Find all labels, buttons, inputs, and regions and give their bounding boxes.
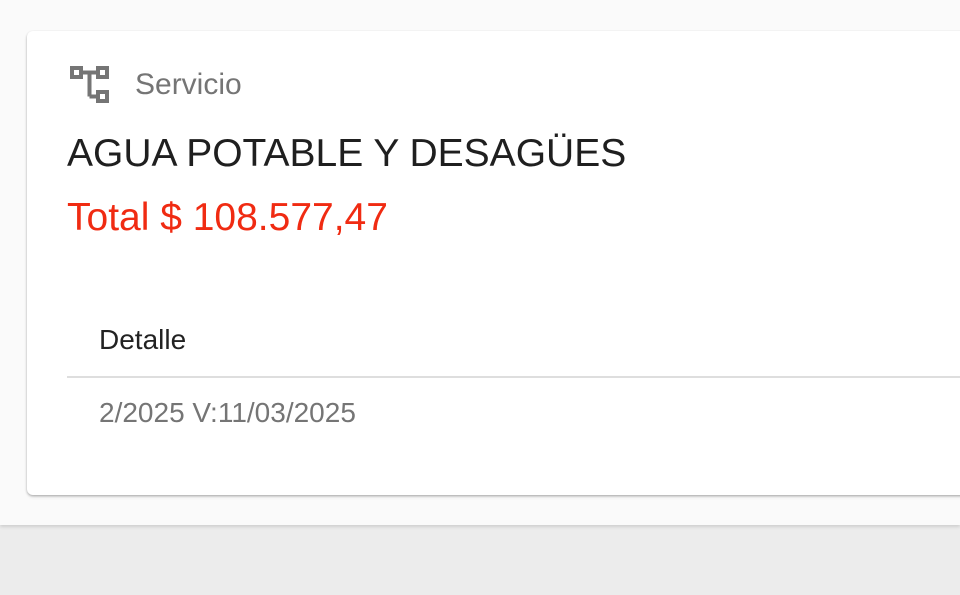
card-header: Servicio	[70, 65, 242, 105]
card-header-label: Servicio	[135, 68, 242, 101]
service-card: Servicio AGUA POTABLE Y DESAGÜES Total $…	[27, 31, 960, 495]
table-column-header-detalle: Detalle	[99, 324, 187, 355]
total-amount: Total $ 108.577,47	[67, 196, 388, 239]
table-divider	[67, 376, 960, 378]
service-name: AGUA POTABLE Y DESAGÜES	[67, 132, 627, 175]
account-tree-icon	[70, 66, 112, 104]
table-row[interactable]: 2/2025 V:11/03/2025	[99, 396, 356, 430]
